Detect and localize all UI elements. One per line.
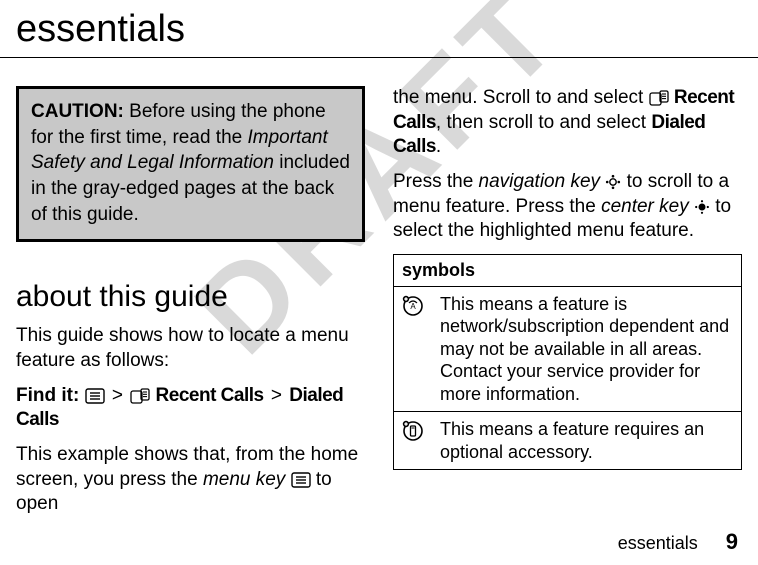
- footer-section: essentials: [618, 533, 698, 554]
- menu-key-icon: [291, 472, 311, 488]
- intro-text: This guide shows how to locate a menu fe…: [16, 324, 365, 373]
- caution-label: CAUTION:: [31, 101, 124, 122]
- example-text: This example shows that, from the home s…: [16, 443, 365, 517]
- footer: essentials 9: [618, 529, 738, 555]
- menu-key-text: menu key: [203, 469, 285, 490]
- phone-history-icon: [130, 388, 150, 404]
- menu-key-icon: [85, 388, 105, 404]
- page-number: 9: [726, 529, 738, 555]
- find-it-line: Find it: >: [16, 384, 365, 433]
- symbols-header: symbols: [394, 255, 742, 287]
- caution-box: CAUTION: Before using the phone for the …: [16, 86, 365, 242]
- symbol-desc-0: This means a feature is network/subscrip…: [432, 286, 742, 412]
- page-title: essentials: [0, 0, 758, 58]
- rp1-end: .: [436, 136, 441, 157]
- find-it-label: Find it:: [16, 385, 79, 406]
- accessory-feature-icon: [402, 420, 424, 442]
- breadcrumb-sep-1: >: [110, 385, 125, 406]
- breadcrumb-sep-2: >: [269, 385, 284, 406]
- phone-history-icon: [649, 90, 669, 106]
- center-key-text: center key: [601, 196, 689, 217]
- table-row: This means a feature requires an optiona…: [394, 412, 742, 470]
- right-para-2: Press the navigation key to scroll to a …: [393, 170, 742, 244]
- nav-key-icon: [605, 174, 621, 190]
- center-key-icon: [694, 199, 710, 215]
- find-it-recent-calls: Recent Calls: [156, 385, 264, 406]
- svg-text:A: A: [410, 302, 416, 311]
- network-feature-icon: A: [402, 295, 424, 317]
- symbols-table: symbols A: [393, 254, 742, 470]
- rp2-pre: Press the: [393, 171, 479, 192]
- left-column: CAUTION: Before using the phone for the …: [16, 86, 365, 527]
- rp1-mid: , then scroll to and select: [436, 112, 651, 133]
- rp1-pre: the menu. Scroll to and select: [393, 87, 649, 108]
- section-title: about this guide: [16, 280, 365, 314]
- right-column: the menu. Scroll to and select Recent Ca…: [393, 86, 742, 527]
- right-para-1: the menu. Scroll to and select Recent Ca…: [393, 86, 742, 160]
- nav-key-text: navigation key: [479, 171, 600, 192]
- table-row: A This means a feature is network/subscr…: [394, 286, 742, 412]
- symbol-desc-1: This means a feature requires an optiona…: [432, 412, 742, 470]
